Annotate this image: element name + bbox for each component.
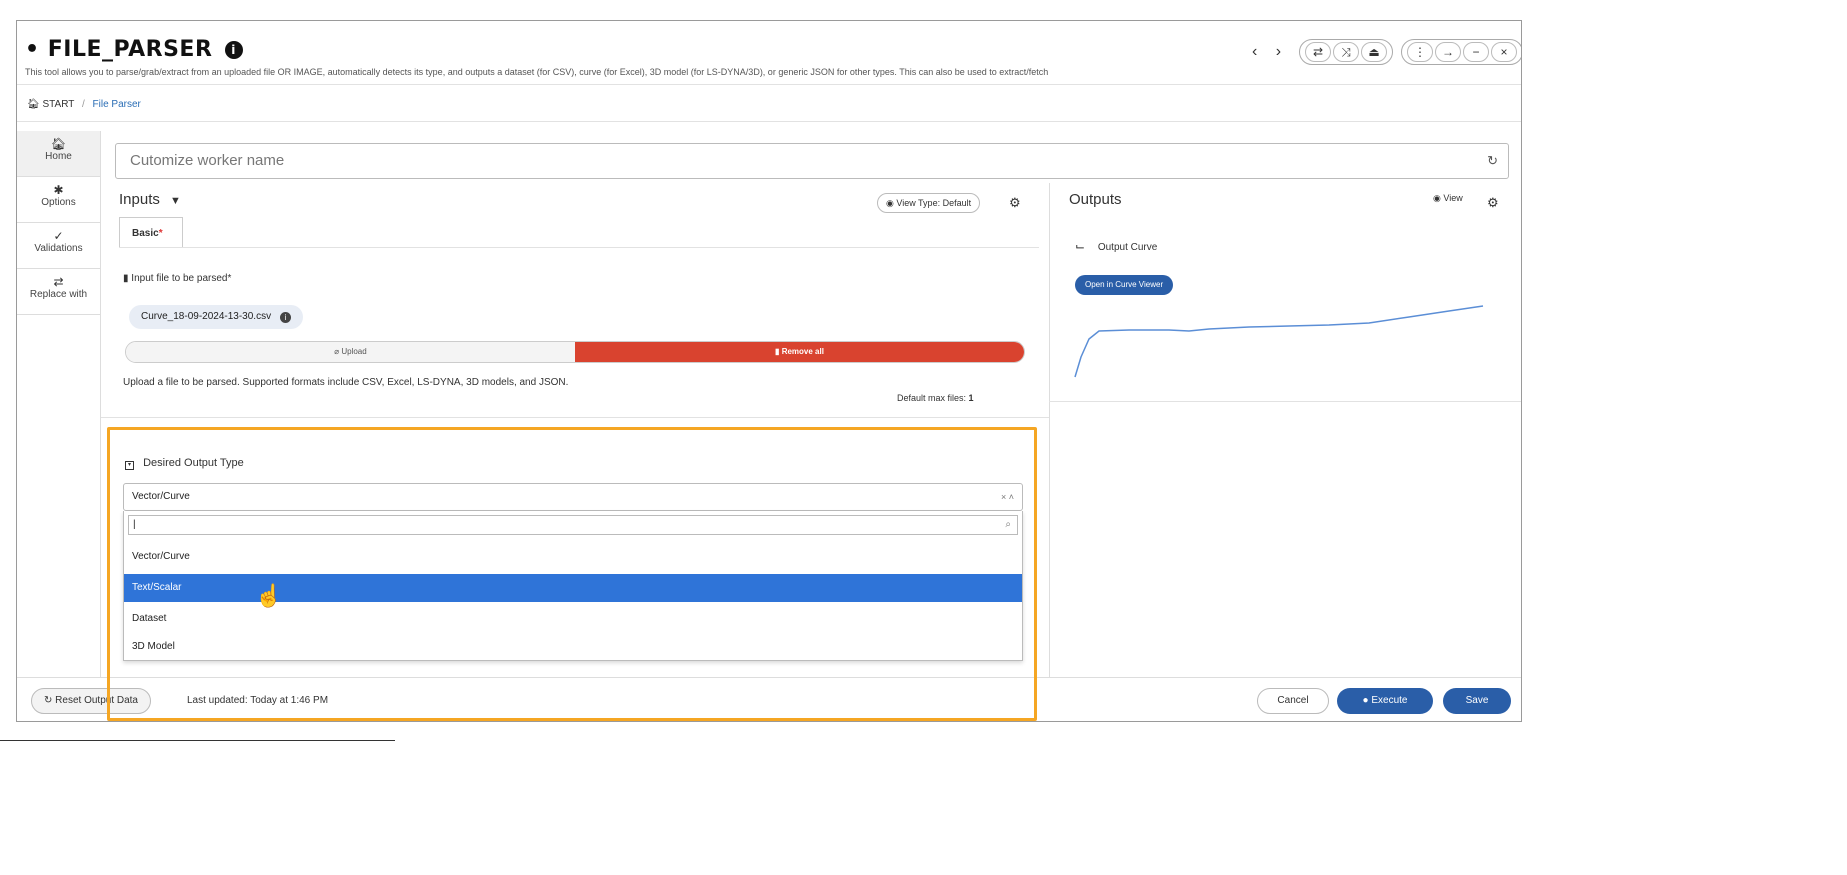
breadcrumb-separator: / bbox=[81, 99, 85, 110]
sidebar-item-options[interactable]: ✱ Options bbox=[17, 177, 100, 223]
divider bbox=[119, 247, 1039, 248]
paperclip-icon: ⌀ bbox=[334, 347, 340, 356]
output-curve-line bbox=[1074, 305, 1484, 378]
cancel-button[interactable]: Cancel bbox=[1257, 688, 1329, 714]
breadcrumb: 🏠︎ START / File Parser bbox=[27, 99, 141, 110]
file-chip[interactable]: Curve_18-09-2024-13-30.csv i bbox=[129, 305, 303, 329]
inputs-settings-icon[interactable]: ⚙ bbox=[1009, 195, 1021, 211]
refresh-icon[interactable]: ↻ bbox=[1487, 144, 1498, 178]
file-field-label-text: Input file to be parsed bbox=[131, 273, 228, 284]
worker-name-placeholder: Cutomize worker name bbox=[130, 152, 285, 169]
worker-name-input[interactable]: Cutomize worker name ↻ bbox=[115, 143, 1509, 179]
max-files: Default max files: 1 bbox=[897, 393, 974, 403]
play-icon: ● bbox=[1362, 695, 1369, 706]
remove-all-label: Remove all bbox=[781, 347, 824, 356]
eye-icon: ◉ bbox=[886, 198, 894, 208]
page-title-text: FILE_PARSER bbox=[47, 37, 213, 62]
tab-basic[interactable]: Basic* bbox=[119, 217, 183, 247]
max-files-value: 1 bbox=[968, 393, 974, 403]
check-icon: ✓ bbox=[53, 229, 64, 243]
eye-icon: ◉ bbox=[1433, 193, 1441, 203]
output-curve-label: ⌙ Output Curve bbox=[1075, 239, 1157, 253]
file-parser-window: • FILE_PARSER i This tool allows you to … bbox=[16, 20, 1522, 722]
tool-description: This tool allows you to parse/grab/extra… bbox=[25, 67, 1049, 77]
remove-all-button[interactable]: ▮ Remove all bbox=[575, 342, 1024, 362]
nav-arrows: ‹ › bbox=[1252, 43, 1295, 61]
refresh-icon: ↻ bbox=[44, 695, 53, 706]
max-files-label: Default max files: bbox=[897, 393, 967, 403]
upload-button[interactable]: ⌀ Upload bbox=[126, 342, 575, 362]
info-icon[interactable]: i bbox=[279, 312, 291, 323]
chevron-left-icon[interactable]: ‹ bbox=[1252, 43, 1257, 60]
file-help-text: Upload a file to be parsed. Supported fo… bbox=[123, 377, 569, 388]
sidebar-item-label: Validations bbox=[34, 243, 83, 254]
execute-button[interactable]: ● Execute bbox=[1337, 688, 1433, 714]
tab-basic-label: Basic bbox=[132, 228, 159, 239]
sidebar-item-label: Home bbox=[45, 151, 72, 162]
shuffle-icon[interactable]: ⤨ bbox=[1333, 42, 1359, 62]
panel-divider bbox=[1049, 183, 1050, 677]
home-icon: 🏠︎ bbox=[27, 99, 40, 110]
inputs-heading[interactable]: Inputs ▼ bbox=[119, 191, 181, 208]
footer-rule bbox=[0, 740, 395, 741]
chevron-right-icon[interactable]: › bbox=[1276, 43, 1281, 60]
view-type-label: View Type: Default bbox=[896, 198, 972, 208]
view-type-button[interactable]: ◉ View Type: Default bbox=[877, 193, 981, 213]
more-icon[interactable]: ⋮ bbox=[1407, 42, 1433, 62]
download-icon[interactable]: ⏏ bbox=[1361, 42, 1387, 62]
execute-label: Execute bbox=[1371, 695, 1408, 706]
required-marker: * bbox=[227, 273, 232, 284]
trash-icon: ▮ bbox=[775, 347, 780, 356]
required-marker: * bbox=[158, 228, 163, 239]
home-icon: 🏠︎ bbox=[50, 137, 67, 151]
inputs-title: Inputs bbox=[119, 191, 160, 208]
filter-icon: ▼ bbox=[170, 195, 181, 207]
file-chip-name: Curve_18-09-2024-13-30.csv bbox=[141, 311, 272, 322]
divider bbox=[1049, 401, 1521, 402]
annotation-highlight-box bbox=[107, 427, 1037, 721]
file-icon: ▮ bbox=[123, 273, 129, 284]
arrow-right-icon[interactable]: → bbox=[1435, 42, 1461, 62]
outputs-heading: Outputs bbox=[1069, 191, 1122, 208]
upload-label: Upload bbox=[341, 347, 367, 356]
output-curve-preview bbox=[1074, 305, 1484, 378]
breadcrumb-current[interactable]: File Parser bbox=[93, 99, 141, 110]
sidebar-item-label: Options bbox=[41, 197, 76, 208]
swap-icon: ⇄ bbox=[53, 275, 64, 289]
title-bar: • FILE_PARSER i This tool allows you to … bbox=[17, 21, 1521, 85]
unsaved-dot: • bbox=[25, 37, 40, 62]
file-field-label: ▮ Input file to be parsed* bbox=[123, 273, 231, 284]
minimize-icon[interactable]: − bbox=[1463, 42, 1489, 62]
divider bbox=[101, 417, 1049, 418]
page-title: • FILE_PARSER i bbox=[25, 37, 243, 62]
toolbar-group-a: ⇄ ⤨ ⏏ bbox=[1299, 39, 1393, 65]
sidebar: 🏠︎ Home ✱ Options ✓ Validations ⇄ Replac… bbox=[17, 131, 101, 677]
info-icon[interactable]: i bbox=[224, 41, 243, 59]
breadcrumb-start[interactable]: START bbox=[42, 99, 74, 110]
outputs-settings-icon[interactable]: ⚙ bbox=[1487, 195, 1499, 211]
line-chart-icon: ⌙ bbox=[1075, 239, 1086, 253]
gear-icon: ✱ bbox=[53, 183, 64, 197]
sidebar-item-validations[interactable]: ✓ Validations bbox=[17, 223, 100, 269]
sidebar-item-replace-with[interactable]: ⇄ Replace with bbox=[17, 269, 100, 315]
divider bbox=[17, 121, 1521, 122]
close-icon[interactable]: × bbox=[1491, 42, 1517, 62]
output-curve-label-text: Output Curve bbox=[1097, 242, 1158, 253]
open-curve-viewer-button[interactable]: Open in Curve Viewer bbox=[1075, 275, 1174, 295]
sidebar-item-home[interactable]: 🏠︎ Home bbox=[17, 131, 100, 177]
swap-icon[interactable]: ⇄ bbox=[1305, 42, 1331, 62]
save-button[interactable]: Save bbox=[1443, 688, 1511, 714]
view-button[interactable]: ◉ View bbox=[1433, 193, 1463, 204]
toolbar-group-b: ⋮ → − × bbox=[1401, 39, 1521, 65]
view-label: View bbox=[1443, 193, 1463, 203]
sidebar-item-label: Replace with bbox=[29, 289, 88, 300]
upload-bar: ⌀ Upload ▮ Remove all bbox=[125, 341, 1025, 363]
